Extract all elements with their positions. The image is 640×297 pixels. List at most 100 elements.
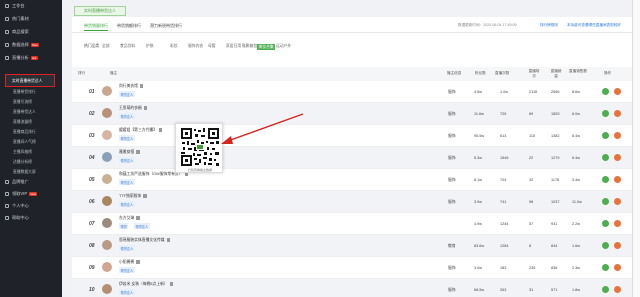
sidebar-item-hot-materials[interactable]: 热门素材 xyxy=(0,13,62,25)
view-detail-button[interactable] xyxy=(602,286,609,293)
category-home[interactable]: 家居日用 xyxy=(226,44,241,49)
qr-small-icon[interactable] xyxy=(169,282,174,286)
session-count: 89 xyxy=(529,112,534,116)
anchor-name[interactable]: 思瑶服装实体直播文化传媒 xyxy=(119,238,171,243)
tab-new-talent[interactable]: 潜力新锐带货排行 xyxy=(150,23,182,29)
table-row[interactable]: 01 尚行美衣馆 带货达人 服饰 4.5w 1.0w 2116 2566 8.6w xyxy=(72,81,632,103)
anchor-name[interactable]: 伊若米 女装（每晚8点上新） xyxy=(119,282,174,287)
category-baby[interactable]: 母婴 xyxy=(208,44,216,49)
avatar[interactable] xyxy=(102,152,112,162)
scrollbar[interactable] xyxy=(632,0,640,297)
avatar[interactable] xyxy=(102,218,112,228)
sidebar-item-vip[interactable]: 领取VIP New xyxy=(0,188,62,200)
note-link[interactable]: 本功能可查看哪些直播间表现较好 xyxy=(567,23,621,28)
avatar[interactable] xyxy=(102,130,112,140)
table-row[interactable]: 04 雅雅穿搭 带货达人 服饰 5.3w 1546 22 1279 6.4w xyxy=(72,147,632,169)
view-detail-button[interactable] xyxy=(602,110,609,117)
favorite-button[interactable] xyxy=(614,264,621,271)
sidebar-subitem-4[interactable]: 直播商品排行 xyxy=(13,128,36,136)
anchor-name[interactable]: 尚行美衣馆 xyxy=(119,84,144,89)
tab-sales-volume[interactable]: 带货销量排行 xyxy=(84,23,108,31)
category-beauty-active[interactable]: 美妆合集 xyxy=(257,44,276,51)
favorite-button[interactable] xyxy=(614,176,621,183)
view-detail-button[interactable] xyxy=(602,242,609,249)
sidebar-item-live-analysis[interactable]: 直播分析 Hot xyxy=(0,52,62,64)
sidebar-subitem-5[interactable]: 直播间人气榜 xyxy=(13,138,36,146)
sidebar-item-data-select[interactable]: 数据选择 New xyxy=(0,39,62,51)
table-row[interactable]: 03 媛媛姐【第三方代播】 带货达人 服饰 95.5w 613 115 1382 8.4w xyxy=(72,125,632,147)
favorite-button[interactable] xyxy=(614,220,621,227)
category-outdoor[interactable]: 运动户外 xyxy=(276,44,291,49)
avatar[interactable] xyxy=(102,196,112,206)
table-row[interactable]: 06 TTF独家服饰 带货达人 服饰 3.9w 741 98 1037 11.0w xyxy=(72,191,632,213)
table-row[interactable]: 02 王思萌的衣橱 带货达人 服饰 11.6w 725 89 1553 6.0w xyxy=(72,103,632,125)
anchor-name[interactable]: 雅雅穿搭 xyxy=(119,150,140,155)
sidebar-item-workbench[interactable]: 工作台 xyxy=(0,0,62,12)
category-shoes[interactable]: 鞋靴箱包 xyxy=(242,44,257,49)
qr-small-icon[interactable] xyxy=(136,216,140,220)
avatar[interactable] xyxy=(102,174,112,184)
sidebar-subitem-7[interactable]: 达播分析榜 xyxy=(13,158,32,166)
favorite-button[interactable] xyxy=(614,198,621,205)
sidebar-subitem-2[interactable]: 直播带货达人 xyxy=(13,108,36,116)
sidebar-item-realtime-live[interactable]: 实时直播带货达人 xyxy=(5,74,55,87)
view-detail-button[interactable] xyxy=(602,88,609,95)
sidebar-item-brand[interactable]: 品牌推广 xyxy=(0,176,62,188)
qr-small-icon[interactable] xyxy=(136,150,140,154)
rule-link[interactable]: 排行榜规则 xyxy=(540,23,558,28)
qr-small-icon[interactable] xyxy=(158,128,163,132)
category-makeup[interactable]: 彩妆 xyxy=(170,44,178,49)
sidebar-item-profile[interactable]: 个人中心 xyxy=(0,200,62,212)
anchor-name[interactable]: TTF独家服饰 xyxy=(119,194,147,199)
qr-small-icon[interactable] xyxy=(143,106,148,110)
qr-small-icon[interactable] xyxy=(139,84,144,88)
anchor-name[interactable]: 媛媛姐【第三方代播】 xyxy=(119,128,163,133)
anchor-name[interactable]: 小阳酱酱 xyxy=(119,260,140,265)
favorite-button[interactable] xyxy=(614,110,621,117)
category-skincare[interactable]: 护肤 xyxy=(146,44,154,49)
sidebar-subitem-0[interactable]: 直播带货排行 xyxy=(13,88,36,96)
view-detail-button[interactable] xyxy=(602,220,609,227)
view-detail-button[interactable] xyxy=(602,154,609,161)
favorite-button[interactable] xyxy=(614,154,621,161)
table-row[interactable]: 05 和蕴工坊严选服饰（GW服饰常有货） 带货达人 服饰 8.1w 704 32 1178 3.… xyxy=(72,169,632,191)
category-food[interactable]: 食品饮料 xyxy=(120,44,135,49)
favorite-button[interactable] xyxy=(614,242,621,249)
sidebar-subitem-1[interactable]: 直播引流榜 xyxy=(13,98,32,106)
qr-small-icon[interactable] xyxy=(143,194,147,198)
favorite-button[interactable] xyxy=(614,88,621,95)
favorite-button[interactable] xyxy=(614,132,621,139)
live-count: 704 xyxy=(500,178,507,182)
anchor-name[interactable]: 王思萌的衣橱 xyxy=(119,106,148,111)
qr-small-icon[interactable] xyxy=(136,260,140,264)
table-row[interactable]: 10 伊若米 女装（每晚8点上新） 带货达人 服饰 68.5w 263 31 571 1.8w xyxy=(72,279,632,297)
ranking-table: 01 尚行美衣馆 带货达人 服饰 4.5w 1.0w 2116 2566 8.6w 02 王思萌的衣… xyxy=(72,81,632,297)
sidebar-item-help[interactable]: 帮助中心 xyxy=(0,212,62,224)
sidebar-subitem-3[interactable]: 直播流量榜 xyxy=(13,118,32,126)
sidebar-subitem-8[interactable]: 直播数据大屏 xyxy=(13,168,36,176)
avatar[interactable] xyxy=(102,284,112,294)
tab-sales-amount[interactable]: 带货销额排行 xyxy=(117,23,141,29)
search-icon xyxy=(5,30,9,34)
sidebar-item-product-search[interactable]: 商品搜索 xyxy=(0,26,62,38)
table-row[interactable]: 07 东方艾琳 带货 带货达人 4.9w 1244 57 931 2.2w xyxy=(72,213,632,235)
favorite-button[interactable] xyxy=(614,286,621,293)
avatar[interactable] xyxy=(102,240,112,250)
view-detail-button[interactable] xyxy=(602,132,609,139)
qr-small-icon[interactable] xyxy=(166,238,171,242)
avatar[interactable] xyxy=(102,108,112,118)
anchor-name[interactable]: 东方艾琳 xyxy=(119,216,140,221)
avatar[interactable] xyxy=(102,86,112,96)
view-detail-button[interactable] xyxy=(602,198,609,205)
avatar[interactable] xyxy=(102,262,112,272)
table-header: 排行 播主 播主信息 粉丝数 直播次数 直播场次 直播销量 直播销售额 操作 xyxy=(72,67,632,81)
view-detail-button[interactable] xyxy=(602,264,609,271)
category-clothing[interactable]: 服饰内衣 xyxy=(188,44,203,49)
table-row[interactable]: 08 思瑶服装实体直播文化传媒 带货达人 教育 83.6w 1284 8 844 1.6w xyxy=(72,235,632,257)
session-count: 22 xyxy=(529,156,534,160)
tab-realtime-live[interactable]: 实时直播带货达人 xyxy=(74,6,126,16)
table-row[interactable]: 09 小阳酱酱 带货达人 服饰 3.0w 183 235 836 2.3w xyxy=(72,257,632,279)
category-all[interactable]: 全部 xyxy=(102,44,110,49)
sidebar-subitem-6[interactable]: 主播风格榜 xyxy=(13,148,32,156)
view-detail-button[interactable] xyxy=(602,176,609,183)
